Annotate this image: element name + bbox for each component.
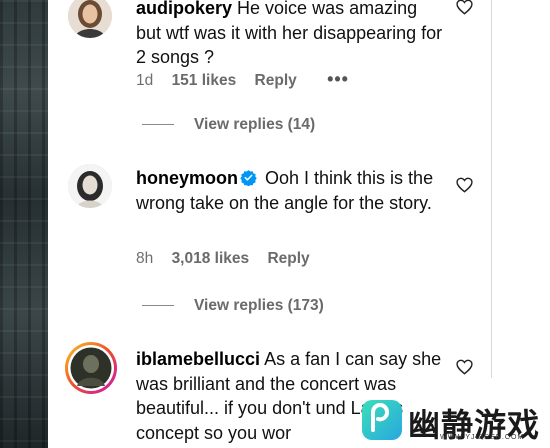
comment-meta: 1d 151 likes Reply ••• [136, 69, 363, 90]
story-avatar[interactable] [65, 342, 117, 394]
comment-username[interactable]: honeymoon [136, 168, 238, 188]
panel-divider [491, 0, 492, 378]
site-watermark: 幽静游戏 WWW.YJISREN.COM [360, 398, 550, 448]
avatar-image [68, 164, 112, 208]
heart-icon[interactable] [456, 177, 473, 198]
replies-divider-line [142, 305, 174, 307]
view-replies-button[interactable]: View replies (173) [142, 297, 324, 315]
verified-badge-icon [240, 170, 257, 186]
reply-button[interactable]: Reply [255, 72, 297, 89]
comment-username[interactable]: audipokery [136, 0, 232, 18]
comment-time: 1d [136, 72, 154, 89]
reply-button[interactable]: Reply [267, 250, 309, 267]
heart-icon[interactable] [456, 359, 473, 380]
comment-likes[interactable]: 151 likes [172, 72, 237, 89]
comment-meta: 8h 3,018 likes Reply [136, 250, 324, 268]
view-replies-label: View replies (14) [194, 116, 316, 133]
avatar[interactable] [68, 0, 112, 38]
watermark-url: WWW.YJISREN.COM [440, 434, 525, 441]
avatar[interactable] [68, 164, 112, 208]
view-replies-button[interactable]: View replies (14) [142, 116, 315, 134]
watermark-logo-icon [362, 400, 402, 440]
background-photo-strip [0, 0, 48, 448]
comment-time: 8h [136, 250, 154, 267]
more-options-button[interactable]: ••• [327, 69, 349, 89]
comment-username[interactable]: iblamebellucci [136, 349, 260, 369]
avatar-image [68, 345, 114, 391]
avatar-image [68, 0, 112, 38]
comment-text: audipokery He voice was amazing but wtf … [136, 0, 446, 70]
comment-likes[interactable]: 3,018 likes [172, 250, 250, 267]
view-replies-label: View replies (173) [194, 297, 324, 314]
heart-icon[interactable] [456, 0, 473, 20]
replies-divider-line [142, 124, 174, 126]
comment-text: honeymoon Ooh I think this is the wrong … [136, 166, 446, 215]
